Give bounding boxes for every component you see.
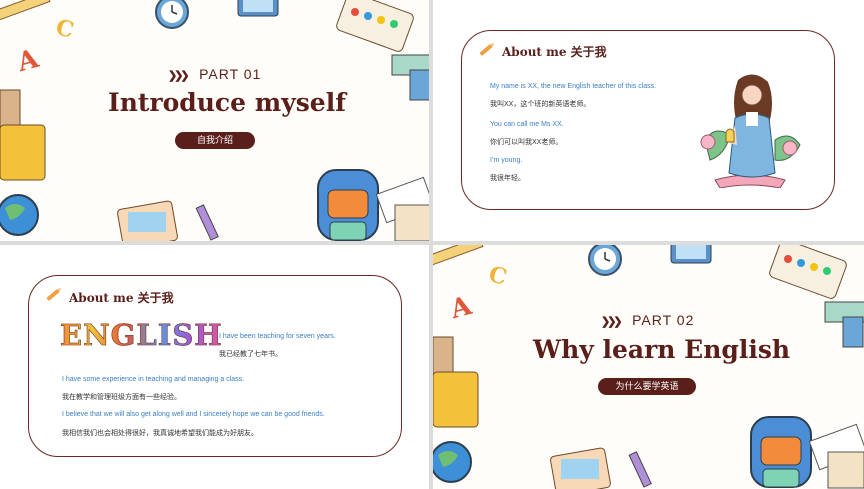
subtitle-pill: 为什么要学英语 xyxy=(598,378,696,395)
line-1-zh: 我已经教了七年书。 xyxy=(219,351,282,358)
card-heading: About me 关于我 xyxy=(69,291,174,305)
slide-1-introduce-myself[interactable]: A C ❯❯❯ PART 01 Introduce myself 自我介绍 xyxy=(0,0,429,241)
line-2-en: You can call me Ms XX. xyxy=(490,121,564,128)
card-heading: About me 关于我 xyxy=(502,45,607,59)
part-label-row: ❯❯❯ PART 02 xyxy=(601,312,694,330)
line-3-zh: 我相信我们也会相处得很好，我真诚地希望我们能成为好朋友。 xyxy=(62,430,258,437)
slide-title: Introduce myself xyxy=(108,88,346,117)
english-logo: ENGLISH xyxy=(60,318,223,353)
teacher-illustration xyxy=(700,74,801,188)
slide-4-why-learn-english[interactable]: A C ❯❯❯ PART 02 Why learn English 为什么要学英… xyxy=(433,245,864,489)
slide-title: Why learn English xyxy=(533,335,791,364)
line-1-zh: 我叫XX，这个班的新英语老师。 xyxy=(490,101,591,108)
line-3-zh: 我很年轻。 xyxy=(490,175,525,182)
line-1-en: I have been teaching for seven years. xyxy=(219,333,336,340)
part-label-row: ❯❯❯ PART 01 xyxy=(168,66,261,84)
chevrons-icon: ❯❯❯ xyxy=(168,70,190,82)
slide-2-about-me[interactable]: About me 关于我 My name is XX, the new Engl… xyxy=(433,0,864,241)
part-label: PART 01 xyxy=(199,66,262,82)
line-2-en: I have some experience in teaching and m… xyxy=(62,376,245,383)
line-3-en: I’m young. xyxy=(490,157,523,164)
line-1-en: My name is XX, the new English teacher o… xyxy=(490,83,657,90)
subtitle-pill: 自我介绍 xyxy=(175,132,255,149)
line-2-zh: 我在教学和管理班级方面有一些经验。 xyxy=(62,394,181,401)
line-2-zh: 你们可以叫我XX老师。 xyxy=(490,139,563,146)
chevrons-icon: ❯❯❯ xyxy=(601,316,623,328)
line-3-en: I believe that we will also get along we… xyxy=(62,411,325,418)
slide-3-about-me[interactable]: About me 关于我 ENGLISH I have been teachin… xyxy=(0,245,429,489)
part-label: PART 02 xyxy=(632,312,695,328)
